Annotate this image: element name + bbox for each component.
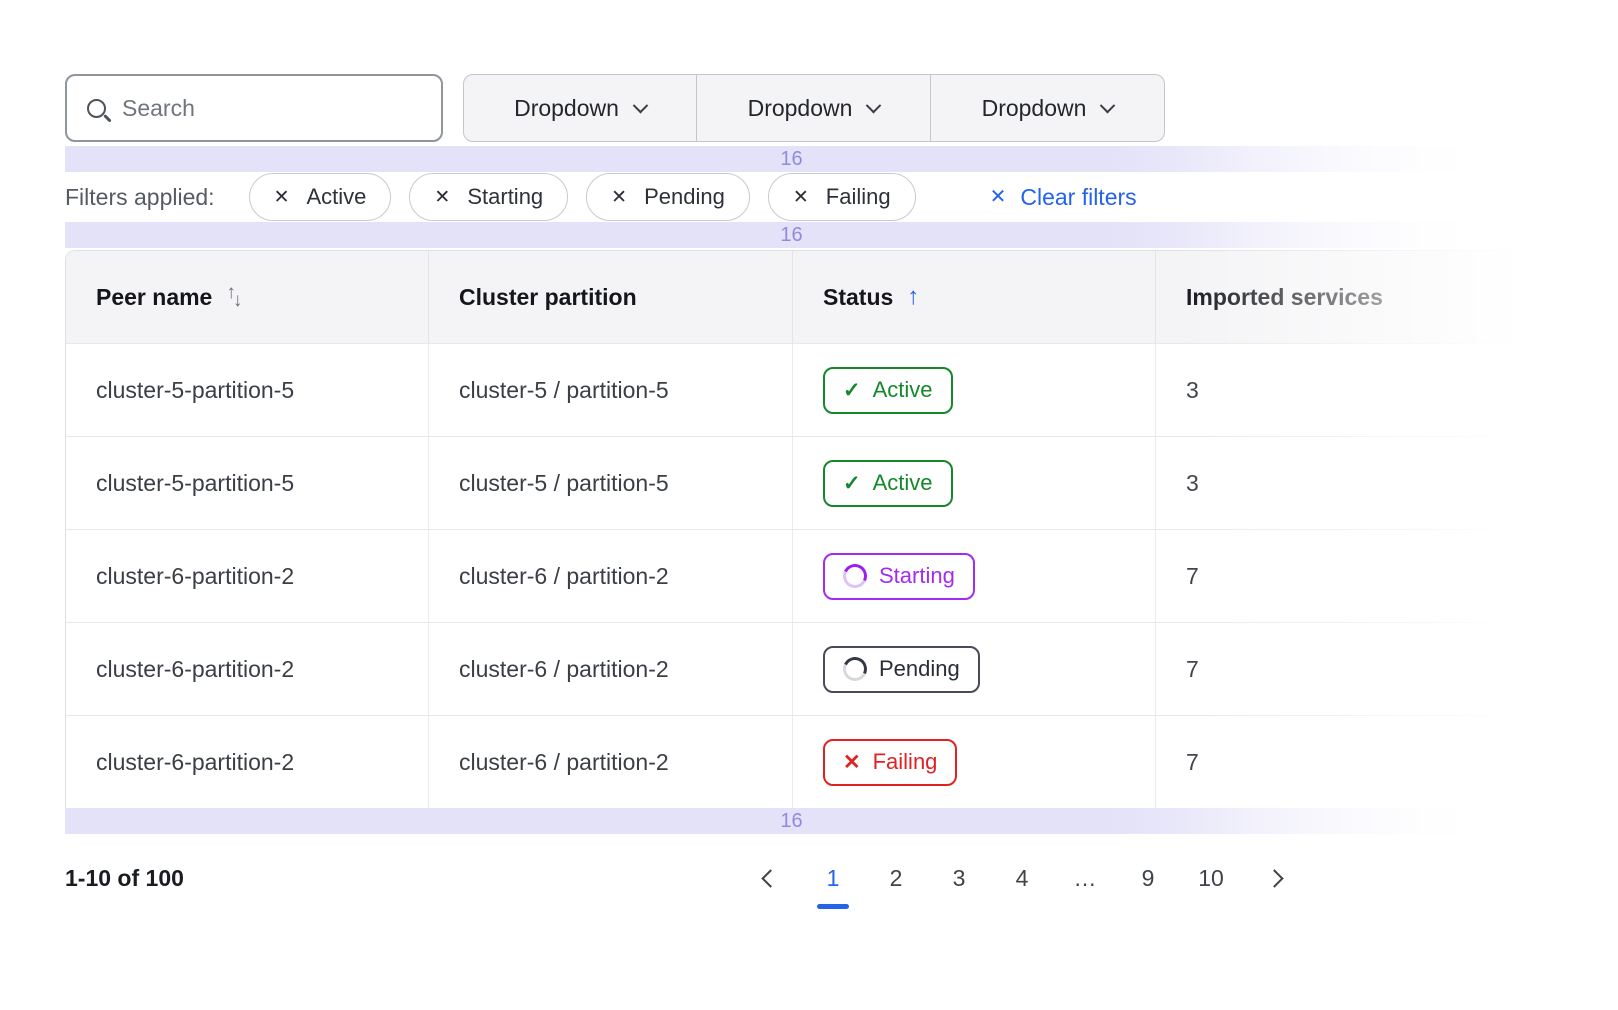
filter-chip-active[interactable]: ✕ Active bbox=[249, 173, 392, 221]
chevron-down-icon bbox=[1100, 97, 1116, 113]
cell-imported-services: 7 bbox=[1156, 530, 1517, 622]
status-badge-starting: Starting bbox=[823, 553, 975, 600]
chevron-right-icon bbox=[1265, 869, 1283, 887]
status-badge-active: ✓ Active bbox=[823, 460, 953, 507]
table-header-row: Peer name ↑ ↓ Cluster partition Status ↑… bbox=[66, 251, 1517, 343]
table-row[interactable]: cluster-6-partition-2 cluster-6 / partit… bbox=[66, 622, 1517, 715]
previous-page-button[interactable] bbox=[748, 856, 792, 900]
cell-cluster-partition: cluster-5 / partition-5 bbox=[429, 437, 793, 529]
cell-status: ✕ Failing bbox=[793, 716, 1156, 808]
spacing-marker-16: 16 bbox=[65, 146, 1518, 172]
cell-status: ✓ Active bbox=[793, 344, 1156, 436]
table-row[interactable]: cluster-5-partition-5 cluster-5 / partit… bbox=[66, 436, 1517, 529]
cell-cluster-partition: cluster-5 / partition-5 bbox=[429, 344, 793, 436]
filters-bar: Filters applied: ✕ Active ✕ Starting ✕ P… bbox=[65, 173, 1137, 221]
spacing-marker-16: 16 bbox=[65, 222, 1518, 248]
cell-imported-services: 7 bbox=[1156, 623, 1517, 715]
cell-peer-name: cluster-6-partition-2 bbox=[66, 623, 429, 715]
filter-chip-pending[interactable]: ✕ Pending bbox=[586, 173, 750, 221]
page-button-3[interactable]: 3 bbox=[937, 856, 981, 900]
remove-filter-icon[interactable]: ✕ bbox=[611, 188, 627, 207]
dropdown-1-label: Dropdown bbox=[514, 95, 619, 122]
chevron-down-icon bbox=[633, 97, 649, 113]
dropdown-2[interactable]: Dropdown bbox=[697, 74, 931, 142]
column-header-cluster-partition[interactable]: Cluster partition bbox=[429, 251, 793, 343]
page: Search Dropdown Dropdown Dropdown 16 16 … bbox=[0, 0, 1618, 1010]
dropdown-group: Dropdown Dropdown Dropdown bbox=[463, 74, 1165, 142]
dropdown-2-label: Dropdown bbox=[748, 95, 853, 122]
cell-cluster-partition: cluster-6 / partition-2 bbox=[429, 623, 793, 715]
status-badge-failing: ✕ Failing bbox=[823, 739, 957, 786]
table-row[interactable]: cluster-6-partition-2 cluster-6 / partit… bbox=[66, 715, 1517, 808]
status-badge-pending: Pending bbox=[823, 646, 980, 693]
cell-peer-name: cluster-6-partition-2 bbox=[66, 716, 429, 808]
page-button-1[interactable]: 1 bbox=[811, 856, 855, 900]
column-header-status[interactable]: Status ↑ bbox=[793, 251, 1156, 343]
peers-table: Peer name ↑ ↓ Cluster partition Status ↑… bbox=[65, 250, 1518, 808]
spacing-marker-16: 16 bbox=[65, 808, 1518, 834]
sort-ascending-icon[interactable]: ↑ bbox=[907, 283, 919, 311]
dropdown-3-label: Dropdown bbox=[982, 95, 1087, 122]
status-badge-active: ✓ Active bbox=[823, 367, 953, 414]
page-button-10[interactable]: 10 bbox=[1189, 856, 1233, 900]
filters-applied-label: Filters applied: bbox=[65, 184, 215, 211]
search-placeholder: Search bbox=[122, 95, 195, 122]
spinner-icon bbox=[840, 654, 871, 685]
dropdown-3[interactable]: Dropdown bbox=[931, 74, 1165, 142]
chevron-down-icon bbox=[866, 97, 882, 113]
remove-filter-icon[interactable]: ✕ bbox=[274, 188, 290, 207]
pagination-summary: 1-10 of 100 bbox=[65, 856, 184, 900]
page-button-2[interactable]: 2 bbox=[874, 856, 918, 900]
table-row[interactable]: cluster-5-partition-5 cluster-5 / partit… bbox=[66, 343, 1517, 436]
remove-filter-icon[interactable]: ✕ bbox=[793, 188, 809, 207]
clear-icon: ✕ bbox=[990, 187, 1007, 207]
dropdown-1[interactable]: Dropdown bbox=[463, 74, 697, 142]
chevron-left-icon bbox=[761, 869, 779, 887]
pagination: 1 2 3 4 … 9 10 bbox=[748, 856, 1296, 900]
cell-imported-services: 7 bbox=[1156, 716, 1517, 808]
cell-status: Starting bbox=[793, 530, 1156, 622]
page-ellipsis: … bbox=[1063, 856, 1107, 900]
filter-chip-failing[interactable]: ✕ Failing bbox=[768, 173, 916, 221]
cell-imported-services: 3 bbox=[1156, 437, 1517, 529]
clear-filters-button[interactable]: ✕ Clear filters bbox=[990, 184, 1137, 211]
cell-cluster-partition: cluster-6 / partition-2 bbox=[429, 530, 793, 622]
cell-status: Pending bbox=[793, 623, 1156, 715]
search-input[interactable]: Search bbox=[65, 74, 443, 142]
remove-filter-icon[interactable]: ✕ bbox=[434, 188, 450, 207]
search-icon bbox=[87, 99, 106, 118]
next-page-button[interactable] bbox=[1252, 856, 1296, 900]
cell-status: ✓ Active bbox=[793, 437, 1156, 529]
cell-peer-name: cluster-5-partition-5 bbox=[66, 344, 429, 436]
cell-peer-name: cluster-6-partition-2 bbox=[66, 530, 429, 622]
cell-peer-name: cluster-5-partition-5 bbox=[66, 437, 429, 529]
cell-imported-services: 3 bbox=[1156, 344, 1517, 436]
page-button-4[interactable]: 4 bbox=[1000, 856, 1044, 900]
filter-chip-starting[interactable]: ✕ Starting bbox=[409, 173, 568, 221]
page-button-9[interactable]: 9 bbox=[1126, 856, 1170, 900]
column-header-peer-name[interactable]: Peer name ↑ ↓ bbox=[66, 251, 429, 343]
x-icon: ✕ bbox=[843, 752, 861, 773]
check-icon: ✓ bbox=[843, 473, 861, 494]
table-row[interactable]: cluster-6-partition-2 cluster-6 / partit… bbox=[66, 529, 1517, 622]
column-header-imported-services[interactable]: Imported services bbox=[1156, 251, 1517, 343]
spinner-icon bbox=[840, 561, 871, 592]
cell-cluster-partition: cluster-6 / partition-2 bbox=[429, 716, 793, 808]
check-icon: ✓ bbox=[843, 380, 861, 401]
sort-both-icon[interactable]: ↑ ↓ bbox=[226, 286, 242, 308]
